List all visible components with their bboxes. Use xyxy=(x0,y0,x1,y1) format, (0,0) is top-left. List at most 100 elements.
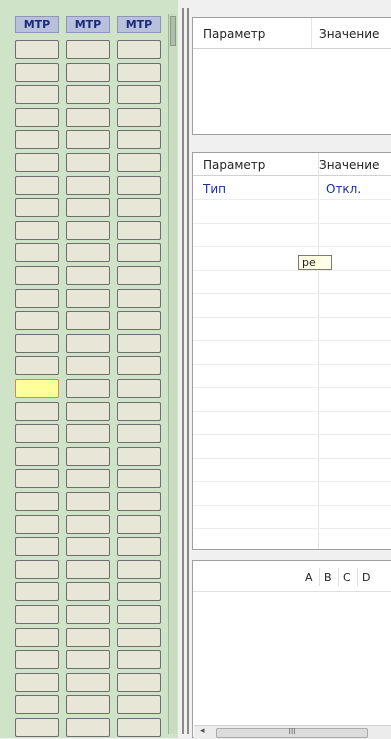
mtp-cell[interactable] xyxy=(117,176,161,195)
mtp-grid-scrollbar[interactable] xyxy=(168,14,177,734)
mtp-cell[interactable] xyxy=(66,402,110,421)
mtp-cell[interactable] xyxy=(66,243,110,262)
mtp-cell[interactable] xyxy=(15,402,59,421)
mtp-cell[interactable] xyxy=(117,695,161,714)
mtp-cell[interactable] xyxy=(15,628,59,647)
mtp-cell[interactable] xyxy=(15,650,59,669)
mtp-cell[interactable] xyxy=(66,447,110,466)
mtp-cell[interactable] xyxy=(15,718,59,737)
mtp-cell[interactable] xyxy=(117,198,161,217)
mtp-cell[interactable] xyxy=(66,198,110,217)
sheet-column-d[interactable]: D xyxy=(362,571,370,584)
mtp-cell[interactable] xyxy=(117,537,161,556)
mtp-cell[interactable] xyxy=(117,582,161,601)
column-header-param[interactable]: Параметр xyxy=(203,27,265,41)
mtp-cell[interactable] xyxy=(66,695,110,714)
mtp-cell[interactable] xyxy=(15,605,59,624)
scroll-left-arrow-icon[interactable]: ◂ xyxy=(200,726,205,736)
mtp-cell[interactable] xyxy=(15,492,59,511)
mtp-cell[interactable] xyxy=(66,153,110,172)
mtp-cell[interactable] xyxy=(66,311,110,330)
mtp-cell[interactable] xyxy=(15,85,59,104)
mtp-cell[interactable] xyxy=(117,379,161,398)
mtp-cell[interactable] xyxy=(117,673,161,692)
mtp-cell[interactable] xyxy=(117,130,161,149)
mtp-cell[interactable] xyxy=(66,469,110,488)
property-value-type[interactable]: Откл. xyxy=(326,182,361,196)
mtp-cell[interactable] xyxy=(66,628,110,647)
mtp-cell[interactable] xyxy=(66,605,110,624)
mtp-cell[interactable] xyxy=(15,289,59,308)
mtp-cell[interactable] xyxy=(66,673,110,692)
mtp-cell[interactable] xyxy=(15,40,59,59)
mtp-cell[interactable] xyxy=(66,130,110,149)
mtp-cell[interactable] xyxy=(15,469,59,488)
mtp-cell[interactable] xyxy=(66,515,110,534)
mtp-cell[interactable] xyxy=(117,334,161,353)
mtp-cell[interactable] xyxy=(15,311,59,330)
mtp-cell[interactable] xyxy=(15,243,59,262)
mtp-column-header-1[interactable]: МТР xyxy=(15,16,59,33)
mtp-cell[interactable] xyxy=(66,718,110,737)
mtp-cell[interactable] xyxy=(15,673,59,692)
mtp-cell[interactable] xyxy=(117,424,161,443)
mtp-cell[interactable] xyxy=(117,515,161,534)
column-header-value[interactable]: Значение xyxy=(319,27,379,41)
sheet-horizontal-scrollbar[interactable]: ◂ III xyxy=(194,725,391,739)
mtp-cell[interactable] xyxy=(117,266,161,285)
mtp-column-header-3[interactable]: МТР xyxy=(117,16,161,33)
mtp-cell[interactable] xyxy=(117,153,161,172)
mtp-cell[interactable] xyxy=(117,605,161,624)
mtp-cell[interactable] xyxy=(66,40,110,59)
property-name-type[interactable]: Тип xyxy=(203,182,226,196)
mtp-cell[interactable] xyxy=(117,492,161,511)
mtp-cell[interactable] xyxy=(66,560,110,579)
mtp-cell[interactable] xyxy=(117,447,161,466)
mtp-column-header-2[interactable]: МТР xyxy=(66,16,110,33)
mtp-cell[interactable] xyxy=(66,650,110,669)
mtp-cell[interactable] xyxy=(15,198,59,217)
mtp-cell[interactable] xyxy=(66,289,110,308)
mtp-cell[interactable] xyxy=(15,537,59,556)
panel-splitter[interactable] xyxy=(178,0,192,738)
mtp-cell[interactable] xyxy=(15,153,59,172)
mtp-cell[interactable] xyxy=(66,356,110,375)
mtp-cell[interactable] xyxy=(66,221,110,240)
mtp-cell[interactable] xyxy=(15,379,59,398)
mtp-cell[interactable] xyxy=(117,650,161,669)
mtp-cell[interactable] xyxy=(66,176,110,195)
mtp-cell[interactable] xyxy=(117,311,161,330)
mtp-cell[interactable] xyxy=(117,85,161,104)
mtp-cell[interactable] xyxy=(15,266,59,285)
sheet-column-b[interactable]: B xyxy=(324,571,332,584)
mtp-cell[interactable] xyxy=(15,447,59,466)
mtp-cell[interactable] xyxy=(15,176,59,195)
mtp-cell[interactable] xyxy=(15,515,59,534)
sheet-column-a[interactable]: A xyxy=(305,571,313,584)
column-header-value[interactable]: Значение xyxy=(319,158,379,172)
column-separator[interactable] xyxy=(318,153,319,549)
mtp-cell[interactable] xyxy=(15,221,59,240)
mtp-cell[interactable] xyxy=(66,492,110,511)
mtp-cell[interactable] xyxy=(66,85,110,104)
mtp-cell[interactable] xyxy=(117,628,161,647)
mtp-cell[interactable] xyxy=(15,63,59,82)
mtp-cell[interactable] xyxy=(117,243,161,262)
mtp-cell[interactable] xyxy=(66,424,110,443)
mtp-cell[interactable] xyxy=(66,266,110,285)
mtp-cell[interactable] xyxy=(15,424,59,443)
mtp-cell[interactable] xyxy=(117,560,161,579)
mtp-cell[interactable] xyxy=(117,469,161,488)
mtp-cell[interactable] xyxy=(117,221,161,240)
mtp-cell[interactable] xyxy=(15,582,59,601)
mtp-cell[interactable] xyxy=(117,108,161,127)
sheet-column-c[interactable]: C xyxy=(343,571,351,584)
mtp-cell[interactable] xyxy=(117,40,161,59)
mtp-cell[interactable] xyxy=(15,130,59,149)
mtp-cell[interactable] xyxy=(15,695,59,714)
mtp-cell[interactable] xyxy=(117,356,161,375)
mtp-cell[interactable] xyxy=(66,334,110,353)
mtp-cell[interactable] xyxy=(117,63,161,82)
mtp-cell[interactable] xyxy=(117,402,161,421)
mtp-cell[interactable] xyxy=(117,718,161,737)
